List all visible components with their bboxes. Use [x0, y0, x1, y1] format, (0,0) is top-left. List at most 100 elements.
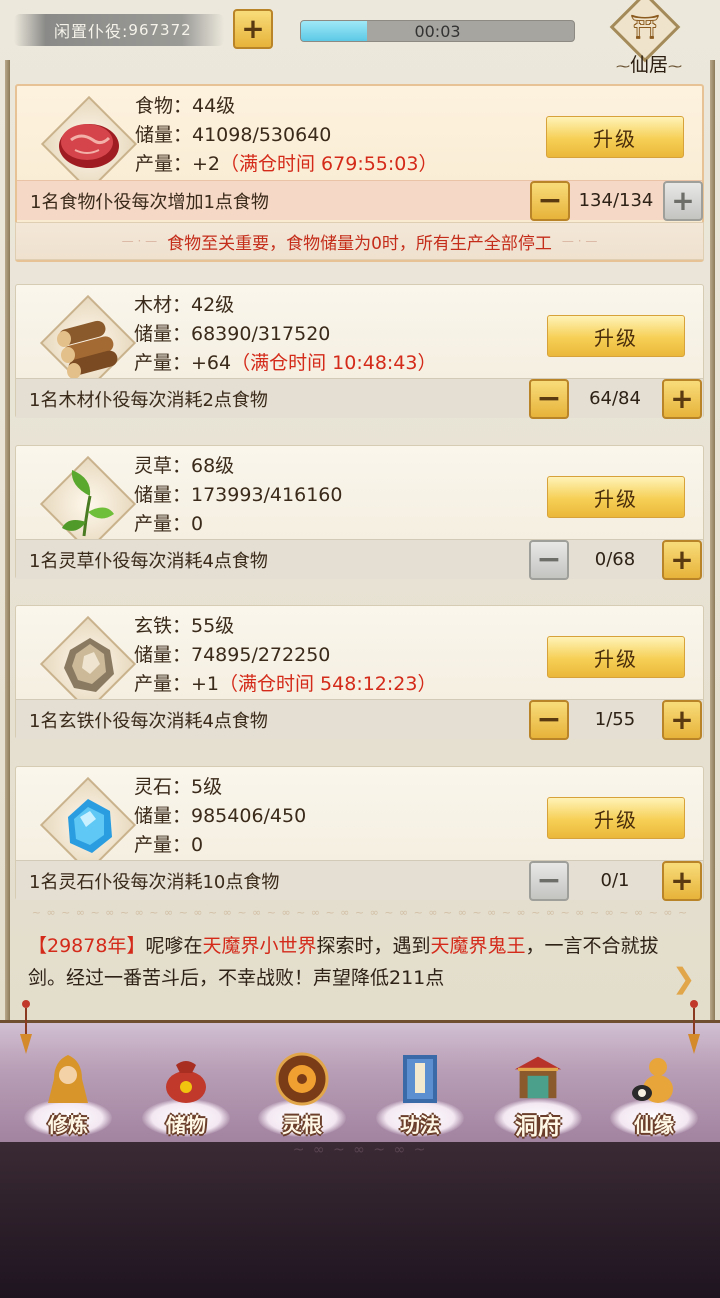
iron-ore-icon — [64, 638, 114, 692]
iron-worker-plus-button[interactable]: + — [662, 700, 702, 740]
upgrade-wood-button[interactable]: 升级 — [547, 315, 685, 357]
timer-text: 00:03 — [414, 21, 461, 41]
wood-icon — [57, 320, 118, 379]
residence-button[interactable]: ⛩ 仙居 — [600, 0, 696, 78]
spirit-stone-worker-count: 0/1 — [600, 870, 630, 891]
food-info: 食物：44级 储量：41098/530640 产量：+2（满仓时间 679:55… — [135, 92, 437, 179]
food-storage: 储量：41098/530640 — [135, 124, 332, 146]
spirit-stone-worker-desc: 1名灵石仆役每次消耗10点食物 — [29, 871, 280, 893]
herb-worker-plus-button[interactable]: + — [662, 540, 702, 580]
spirit-root-icon — [274, 1051, 330, 1107]
food-worker-minus-button[interactable]: − — [530, 181, 570, 221]
idle-workers-count: 967372 — [128, 21, 192, 39]
log-year: 【29878年】 — [28, 935, 146, 957]
nav-storage-label: 储物 — [166, 1113, 206, 1137]
iron-worker-row: 1名玄铁仆役每次消耗4点食物 − 1/55 + — [16, 699, 703, 740]
gourd-icon — [626, 1051, 682, 1107]
food-full-time: （满仓时间 679:55:03） — [220, 153, 438, 175]
nav-fate[interactable]: 仙缘 — [604, 1029, 704, 1143]
storage-bag-icon — [158, 1051, 214, 1107]
herb-level: 灵草：68级 — [134, 455, 235, 477]
wood-info: 木材：42级 储量：68390/317520 产量：+64（满仓时间 10:48… — [134, 291, 436, 378]
iron-worker-desc: 1名玄铁仆役每次消耗4点食物 — [29, 710, 268, 732]
resource-card-spirit-stone: 灵石：5级 储量：985406/450 产量：0 升级 1名灵石仆役每次消耗10… — [15, 766, 704, 901]
nav-techniques[interactable]: 功法 — [370, 1029, 470, 1143]
resource-card-food: 食物：44级 储量：41098/530640 产量：+2（满仓时间 679:55… — [15, 84, 704, 262]
iron-full-time: （满仓时间 548:12:23） — [219, 673, 437, 695]
spirit-stone-info: 灵石：5级 储量：985406/450 产量：0 — [134, 773, 306, 860]
herb-worker-desc: 1名灵草仆役每次消耗4点食物 — [29, 550, 268, 572]
herb-output: 产量：0 — [134, 513, 204, 535]
herb-storage: 储量：173993/416160 — [134, 484, 343, 506]
wood-worker-plus-button[interactable]: + — [662, 379, 702, 419]
nav-cave-mansion-label: 洞府 — [515, 1114, 561, 1140]
upgrade-spirit-stone-button[interactable]: 升级 — [547, 797, 685, 839]
wood-level: 木材：42级 — [134, 294, 235, 316]
pagoda-icon: ⛩ — [629, 13, 661, 41]
wood-worker-row: 1名木材仆役每次消耗2点食物 − 64/84 + — [16, 378, 703, 419]
iron-storage: 储量：74895/272250 — [134, 644, 331, 666]
iron-worker-count: 1/55 — [594, 709, 636, 730]
wood-worker-minus-button[interactable]: − — [529, 379, 569, 419]
food-icon-frame — [40, 95, 138, 193]
bottom-nav: 修炼 储物 灵根 功法 洞府 仙缘 — [0, 1000, 720, 1143]
spirit-stone-worker-row: 1名灵石仆役每次消耗10点食物 − 0/1 + — [16, 860, 703, 901]
spirit-stone-output: 产量：0 — [134, 834, 204, 856]
herb-worker-row: 1名灵草仆役每次消耗4点食物 − 0/68 + — [16, 539, 703, 580]
nav-cultivation[interactable]: 修炼 — [18, 1029, 118, 1143]
food-level: 食物：44级 — [135, 95, 236, 117]
cultivation-icon — [40, 1051, 96, 1107]
iron-worker-minus-button[interactable]: − — [529, 700, 569, 740]
iron-info: 玄铁：55级 储量：74895/272250 产量：+1（满仓时间 548:12… — [134, 612, 436, 699]
timer-progress-bar: 00:03 — [300, 20, 575, 42]
spirit-stone-worker-minus-button[interactable]: − — [529, 861, 569, 901]
log-enemy: 天魔界鬼王 — [430, 935, 526, 957]
bottom-panel: ~ ∞ ~ ∞ ~ ∞ ~ — [0, 1142, 720, 1298]
idle-workers-display: 闲置仆役: 967372 — [14, 14, 224, 46]
herb-info: 灵草：68级 储量：173993/416160 产量：0 — [134, 452, 342, 539]
spirit-stone-icon-frame — [39, 776, 137, 874]
herb-worker-count: 0/68 — [594, 549, 636, 570]
scripture-book-icon — [392, 1051, 448, 1107]
upgrade-food-button[interactable]: 升级 — [546, 116, 684, 158]
resource-card-iron: 玄铁：55级 储量：74895/272250 产量：+1（满仓时间 548:12… — [15, 605, 704, 740]
wood-worker-desc: 1名木材仆役每次消耗2点食物 — [29, 389, 268, 411]
wood-output: 产量：+64（满仓时间 10:48:43） — [134, 352, 437, 374]
nav-cave-mansion[interactable]: 洞府 — [488, 1029, 588, 1143]
herb-worker-minus-button[interactable]: − — [529, 540, 569, 580]
wood-worker-count: 64/84 — [589, 388, 641, 409]
nav-spirit-root[interactable]: 灵根 — [252, 1029, 352, 1143]
food-worker-row: 1名食物仆役每次增加1点食物 − 134/134 + — [17, 180, 703, 221]
log-place: 天魔界小世界 — [202, 935, 317, 957]
wood-storage: 储量：68390/317520 — [134, 323, 331, 345]
food-output: 产量：+2（满仓时间 679:55:03） — [135, 153, 438, 175]
add-idle-workers-button[interactable]: + — [233, 9, 273, 49]
food-notice: 食物至关重要，食物储量为0时，所有生产全部停工 — [15, 222, 704, 260]
cave-mansion-icon — [510, 1051, 566, 1107]
nav-cultivation-label: 修炼 — [48, 1113, 88, 1137]
food-worker-count: 134/134 — [578, 190, 654, 211]
spirit-stone-icon — [68, 799, 112, 853]
spirit-stone-worker-plus-button[interactable]: + — [662, 861, 702, 901]
iron-icon-frame — [39, 615, 137, 713]
meat-icon — [59, 124, 119, 168]
food-worker-plus-button[interactable]: + — [663, 181, 703, 221]
residence-label: 仙居 — [608, 50, 690, 77]
log-next-arrow-icon[interactable]: ❯ — [672, 962, 702, 996]
resource-card-herb: 灵草：68级 储量：173993/416160 产量：0 升级 1名灵草仆役每次… — [15, 445, 704, 580]
plus-icon: + — [241, 12, 265, 45]
bottom-ornament: ~ ∞ ~ ∞ ~ ∞ ~ — [292, 1142, 428, 1158]
upgrade-herb-button[interactable]: 升级 — [547, 476, 685, 518]
nav-fate-label: 仙缘 — [634, 1113, 674, 1137]
herb-icon — [62, 470, 114, 537]
iron-output: 产量：+1（满仓时间 548:12:23） — [134, 673, 437, 695]
resource-card-wood: 木材：42级 储量：68390/317520 产量：+64（满仓时间 10:48… — [15, 284, 704, 419]
wood-full-time: （满仓时间 10:48:43） — [231, 352, 437, 374]
event-log: 【29878年】呢嗲在天魔界小世界探索时，遇到天魔界鬼王，一言不合就拔剑。经过一… — [28, 935, 659, 989]
nav-techniques-label: 功法 — [400, 1113, 440, 1137]
upgrade-iron-button[interactable]: 升级 — [547, 636, 685, 678]
spirit-stone-storage: 储量：985406/450 — [134, 805, 307, 827]
nav-storage[interactable]: 储物 — [136, 1029, 236, 1143]
log-divider: ~ ∞ ~ ∞ ~ ∞ ~ ∞ ~ ∞ ~ ∞ ~ ∞ ~ ∞ ~ ∞ ~ ∞ … — [31, 906, 689, 919]
food-worker-desc: 1名食物仆役每次增加1点食物 — [30, 191, 269, 213]
